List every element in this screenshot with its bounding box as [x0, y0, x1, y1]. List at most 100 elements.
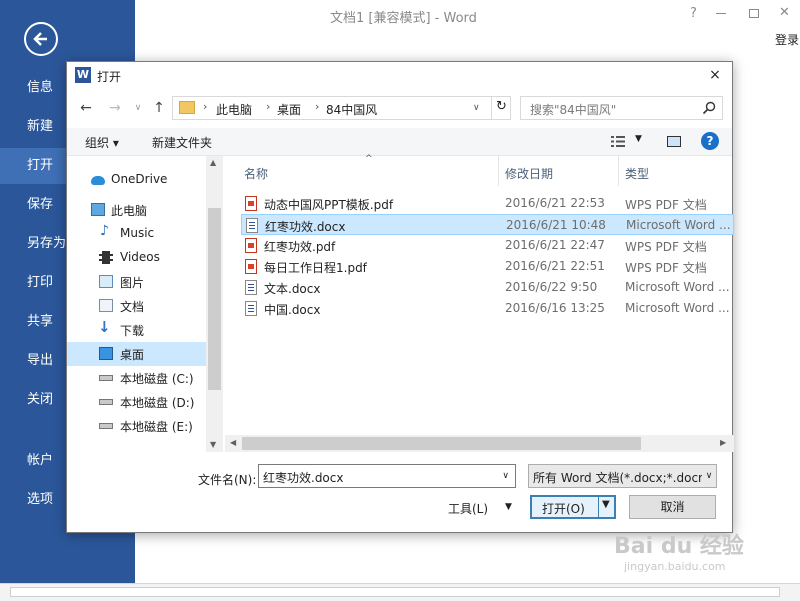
nav-item-drive-c[interactable]: 本地磁盘 (C:) — [67, 366, 206, 390]
filename-dropdown-icon[interactable]: ∨ — [502, 471, 509, 481]
tools-button[interactable]: 工具(L) — [448, 500, 488, 517]
file-type: Microsoft Word ... — [625, 280, 730, 294]
open-button[interactable]: 打开(O) ▼ — [530, 495, 616, 519]
scrollbar-thumb[interactable] — [242, 437, 641, 450]
open-dropdown-icon[interactable]: ▼ — [602, 499, 610, 510]
close-icon[interactable]: ✕ — [779, 5, 790, 20]
forward-arrow-icon[interactable]: → — [106, 99, 124, 117]
nav-item-drive-e[interactable]: 本地磁盘 (E:) — [67, 414, 206, 438]
file-row[interactable]: 每日工作日程1.pdf 2016/6/21 22:51 WPS PDF 文档 — [241, 256, 734, 277]
filename-input[interactable]: 红枣功效.docx ∨ — [258, 464, 516, 488]
filename-value[interactable]: 红枣功效.docx — [263, 469, 343, 486]
nav-item-desktop[interactable]: 桌面 — [67, 342, 206, 366]
nav-item-onedrive[interactable]: OneDrive — [67, 168, 206, 192]
file-date: 2016/6/21 22:47 — [505, 238, 605, 252]
chevron-right-icon: › — [266, 100, 271, 113]
pdf-file-icon — [245, 196, 257, 211]
file-row[interactable]: 红枣功效.pdf 2016/6/21 22:47 WPS PDF 文档 — [241, 235, 734, 256]
cancel-button[interactable]: 取消 — [629, 495, 716, 519]
preview-pane-icon[interactable] — [667, 136, 681, 147]
scroll-down-icon[interactable]: ▼ — [210, 440, 216, 449]
scroll-right-icon[interactable]: ▶ — [720, 438, 726, 447]
sort-ascending-icon: ^ — [365, 154, 373, 164]
file-row[interactable]: 文本.docx 2016/6/22 9:50 Microsoft Word ... — [241, 277, 734, 298]
dialog-titlebar: W 打开 × — [67, 62, 732, 90]
view-options-icon[interactable] — [611, 136, 625, 147]
column-divider[interactable] — [498, 156, 499, 186]
recent-chevron-icon[interactable]: ∨ — [129, 99, 147, 117]
back-arrow-icon[interactable]: ← — [77, 99, 95, 117]
chevron-right-icon: › — [315, 100, 320, 113]
back-button[interactable] — [24, 22, 58, 56]
nav-item-downloads[interactable]: ↓ 下载 — [67, 318, 206, 342]
file-name: 红枣功效.docx — [265, 220, 346, 234]
search-icon — [702, 101, 716, 115]
breadcrumb-folder[interactable]: 84中国风 — [326, 101, 377, 118]
word-file-icon — [245, 301, 257, 316]
column-date[interactable]: 修改日期 — [505, 165, 553, 182]
help-button[interactable]: ? — [690, 6, 697, 21]
up-arrow-icon[interactable]: ↑ — [150, 99, 168, 117]
open-label: 打开(O) — [542, 502, 585, 516]
search-input[interactable]: 搜索"84中国风" — [530, 101, 616, 118]
filename-label: 文件名(N): — [198, 473, 257, 487]
file-date: 2016/6/21 22:51 — [505, 259, 605, 273]
file-type-filter[interactable]: 所有 Word 文档(*.docx;*.docm ∨ — [528, 464, 717, 488]
nav-label: 下载 — [120, 324, 145, 338]
breadcrumb-desktop[interactable]: 桌面 — [277, 101, 301, 118]
horizontal-scrollbar[interactable]: ◀ ▶ — [225, 435, 734, 452]
file-row[interactable]: 中国.docx 2016/6/16 13:25 Microsoft Word ... — [241, 298, 734, 319]
cloud-icon — [91, 176, 105, 185]
nav-item-this-pc[interactable]: 此电脑 — [67, 198, 206, 222]
address-bar[interactable]: › 此电脑 › 桌面 › 84中国风 ∨ — [172, 96, 511, 120]
open-dialog: W 打开 × ← → ∨ ↑ › 此电脑 › 桌面 › 84中国风 ∨ ↻ 搜索… — [66, 61, 734, 533]
pdf-file-icon — [245, 259, 257, 274]
nav-label: 桌面 — [120, 348, 145, 362]
file-row[interactable]: 动态中国风PPT模板.pdf 2016/6/21 22:53 WPS PDF 文档 — [241, 193, 734, 214]
file-name: 文本.docx — [264, 282, 321, 296]
login-link[interactable]: 登录 — [775, 31, 799, 48]
document-icon — [99, 299, 113, 312]
nav-label: 本地磁盘 (C:) — [120, 372, 194, 386]
refresh-icon[interactable]: ↻ — [491, 96, 511, 120]
watermark-url: jingyan.baidu.com — [624, 560, 726, 573]
scroll-up-icon[interactable]: ▲ — [210, 158, 216, 167]
search-box[interactable]: 搜索"84中国风" — [520, 96, 723, 120]
nav-item-documents[interactable]: 文档 — [67, 294, 206, 318]
view-dropdown-icon[interactable]: ▼ — [635, 134, 642, 144]
breadcrumb-this-pc[interactable]: 此电脑 — [216, 101, 252, 118]
scroll-left-icon[interactable]: ◀ — [230, 438, 236, 447]
filter-dropdown-icon[interactable]: ∨ — [702, 465, 716, 487]
nav-label: 图片 — [120, 276, 145, 290]
navigation-bar: ← → ∨ ↑ › 此电脑 › 桌面 › 84中国风 ∨ ↻ 搜索"84中国风" — [67, 90, 732, 128]
music-icon: ♪ — [100, 223, 109, 239]
nav-item-music[interactable]: ♪ Music — [67, 222, 206, 246]
address-dropdown-icon[interactable]: ∨ — [473, 103, 480, 113]
column-divider[interactable] — [618, 156, 619, 186]
file-date: 2016/6/16 13:25 — [505, 301, 605, 315]
new-folder-button[interactable]: 新建文件夹 — [152, 134, 212, 151]
nav-scrollbar[interactable]: ▲ ▼ — [206, 156, 223, 452]
file-type: Microsoft Word ... — [625, 301, 730, 315]
word-icon: W — [75, 67, 91, 83]
nav-label: 此电脑 — [111, 204, 148, 218]
nav-item-pictures[interactable]: 图片 — [67, 270, 206, 294]
dialog-close-button[interactable]: × — [704, 65, 726, 85]
nav-label: 文档 — [120, 300, 145, 314]
file-list: ^ 名称 修改日期 类型 动态中国风PPT模板.pdf 2016/6/21 22:… — [225, 154, 734, 452]
nav-item-drive-d[interactable]: 本地磁盘 (D:) — [67, 390, 206, 414]
column-name[interactable]: 名称 — [244, 165, 268, 182]
column-type[interactable]: 类型 — [625, 165, 649, 182]
file-name: 动态中国风PPT模板.pdf — [264, 198, 394, 212]
organize-button[interactable]: 组织 ▾ — [85, 134, 119, 151]
scrollbar-thumb[interactable] — [208, 208, 221, 390]
tools-dropdown-icon[interactable]: ▼ — [505, 502, 512, 512]
drive-icon — [99, 423, 113, 429]
file-row[interactable]: 红枣功效.docx 2016/6/21 10:48 Microsoft Word .… — [241, 214, 734, 235]
desktop-icon — [99, 347, 113, 360]
help-icon[interactable]: ? — [701, 132, 719, 150]
watermark-logo: Bai du 经验 — [614, 534, 744, 559]
maximize-icon[interactable] — [749, 9, 759, 18]
nav-item-videos[interactable]: Videos — [67, 246, 206, 270]
minimize-icon[interactable] — [716, 13, 726, 14]
